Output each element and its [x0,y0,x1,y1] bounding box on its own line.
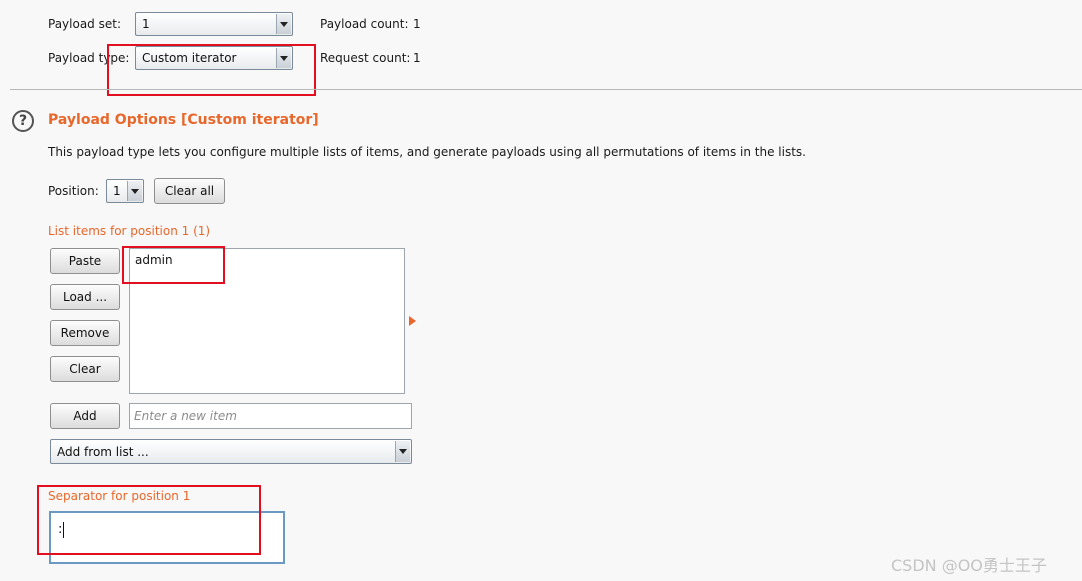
clear-all-button[interactable]: Clear all [154,178,225,204]
remove-button[interactable]: Remove [50,320,120,346]
add-button[interactable]: Add [50,403,120,429]
chevron-down-icon[interactable] [395,441,410,462]
chevron-down-icon[interactable] [276,14,291,34]
position-select[interactable]: 1 [106,179,144,203]
list-items-heading: List items for position 1 (1) [48,224,211,238]
payload-count-label: Payload count: [320,17,409,31]
help-icon[interactable]: ? [12,110,34,132]
paste-button[interactable]: Paste [50,248,120,274]
chevron-down-icon[interactable] [127,181,142,201]
position-value: 1 [113,184,121,198]
highlight-box-admin [122,246,225,284]
new-item-placeholder: Enter a new item [134,409,237,423]
payload-options-title: Payload Options [Custom iterator] [48,112,319,128]
add-from-list-value: Add from list ... [57,445,149,459]
payload-count-value: 1 [413,17,421,31]
payload-set-select[interactable]: 1 [135,12,293,36]
payload-options-description: This payload type lets you configure mul… [48,145,806,159]
highlight-box-separator [37,485,261,555]
section-divider [10,89,1082,90]
request-count-label: Request count: [320,51,411,65]
load-button[interactable]: Load ... [50,284,120,310]
payload-set-value: 1 [142,17,150,31]
add-from-list-select[interactable]: Add from list ... [50,439,412,464]
payload-set-label: Payload set: [48,17,121,31]
watermark: CSDN @OO勇士王子 [891,556,1047,575]
request-count-value: 1 [413,51,421,65]
expand-arrow-icon[interactable] [409,316,416,326]
new-item-input[interactable]: Enter a new item [129,403,412,429]
clear-button[interactable]: Clear [50,356,120,382]
position-label: Position: [48,184,99,198]
